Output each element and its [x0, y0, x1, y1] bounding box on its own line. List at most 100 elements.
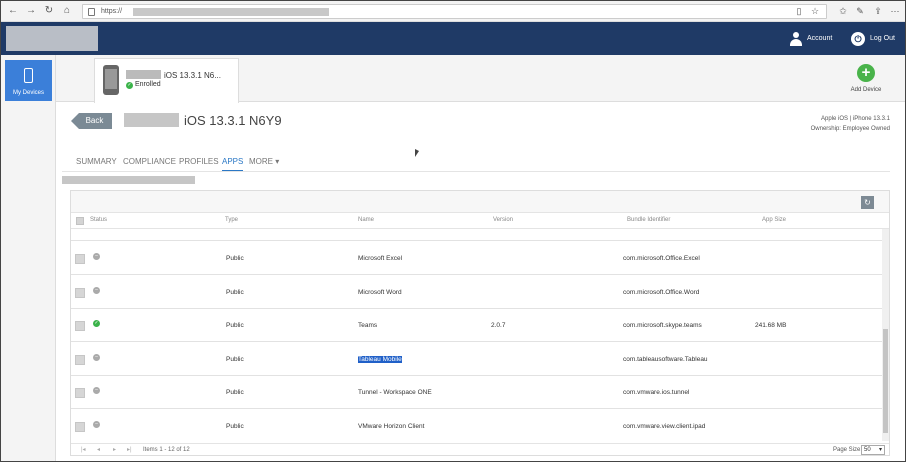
cell-bundle: com.microsoft.skype.teams	[623, 322, 702, 329]
grid-header: Status Type Name Version Bundle Identifi…	[71, 213, 889, 229]
table-row[interactable]: – Public Tableau Mobile com.tableausoftw…	[71, 342, 882, 376]
arrow-left-icon[interactable]: ←	[7, 5, 19, 17]
table-row[interactable]: – Public Microsoft Excel com.microsoft.O…	[71, 241, 882, 275]
arrow-right-icon[interactable]: →	[25, 5, 37, 17]
app-header: Account ⏻ Log Out	[1, 22, 905, 55]
device-info: Apple iOS | iPhone 13.3.1 Ownership: Emp…	[811, 114, 890, 134]
page-size-select[interactable]: 50 ▾	[861, 445, 885, 455]
cell-name: Teams	[358, 322, 378, 329]
tab-profiles[interactable]: PROFILES	[179, 157, 219, 171]
favorites-icon[interactable]: ✩	[837, 5, 849, 17]
table-row[interactable]: – Public Microsoft Word com.microsoft.Of…	[71, 275, 882, 309]
cell-name: Microsoft Excel	[358, 255, 403, 262]
device-info-model: Apple iOS | iPhone 13.3.1	[821, 116, 890, 122]
minus-circle-icon: –	[93, 354, 100, 361]
device-strip: iOS 13.3.1 N6... ✓ Enrolled + Add Device	[56, 55, 905, 103]
grid-scrollbar[interactable]	[882, 229, 889, 441]
page-size-label: Page Size:	[833, 447, 863, 453]
col-type[interactable]: Type	[225, 217, 238, 223]
tab-apps[interactable]: APPS	[222, 157, 244, 171]
left-rail: My Devices	[1, 55, 56, 461]
pager: |◂ ◂ ▸ ▸| Items 1 - 12 of 12 Page Size: …	[71, 443, 889, 456]
first-page-icon[interactable]: |◂	[81, 446, 86, 453]
page-title: iOS 13.3.1 N6Y9	[184, 113, 282, 128]
row-checkbox[interactable]	[75, 288, 85, 298]
prev-page-icon[interactable]: ◂	[97, 446, 100, 453]
my-devices-label: My Devices	[12, 90, 44, 96]
cell-bundle: com.tableausoftware.Tableau	[623, 356, 708, 363]
title-redacted	[124, 113, 179, 127]
url-redacted	[133, 8, 329, 16]
back-button[interactable]: Back	[71, 113, 112, 129]
subtitle-redacted	[62, 176, 195, 184]
browser-toolbar: ← → ↻ ⌂ https:// ▯ ☆ ✩ ✎ ⇪ ⋯	[1, 1, 905, 22]
reload-icon[interactable]: ↻	[43, 5, 55, 17]
logo-redacted	[6, 26, 98, 51]
cell-name: Microsoft Word	[358, 289, 402, 296]
select-all-checkbox[interactable]	[76, 217, 84, 225]
chevron-down-icon: ▾	[878, 447, 882, 453]
logout-label: Log Out	[870, 35, 895, 42]
tab-summary[interactable]: SUMMARY	[76, 157, 117, 171]
more-icon[interactable]: ⋯	[889, 5, 901, 17]
account-button[interactable]: Account	[789, 31, 832, 47]
cell-type: Public	[226, 322, 244, 329]
share-icon[interactable]: ⇪	[872, 5, 884, 17]
table-row[interactable]: – Public Tunnel - Workspace ONE com.vmwa…	[71, 375, 882, 409]
cell-bundle: com.vmware.view.client.ipad	[623, 423, 706, 430]
my-devices-button[interactable]: My Devices	[5, 60, 52, 101]
cell-bundle: com.microsoft.Office.Word	[623, 289, 700, 296]
star-icon[interactable]: ☆	[809, 5, 821, 17]
refresh-icon[interactable]: ↻	[861, 196, 874, 209]
minus-circle-icon: –	[93, 387, 100, 394]
minus-circle-icon: –	[93, 421, 100, 428]
col-size[interactable]: App Size	[762, 217, 786, 223]
check-circle-icon: ✓	[126, 82, 133, 89]
col-status[interactable]: Status	[90, 217, 107, 223]
reading-view-icon[interactable]: ▯	[793, 5, 805, 17]
logout-button[interactable]: ⏻ Log Out	[851, 31, 895, 47]
cell-type: Public	[226, 289, 244, 296]
cell-bundle: com.microsoft.Office.Excel	[623, 255, 700, 262]
add-device-label: Add Device	[850, 87, 882, 93]
cell-type: Public	[226, 356, 244, 363]
cell-bundle: com.vmware.ios.tunnel	[623, 389, 690, 396]
row-checkbox[interactable]	[75, 388, 85, 398]
device-tab[interactable]: iOS 13.3.1 N6... ✓ Enrolled	[94, 58, 239, 103]
cell-version: 2.0.7	[491, 322, 506, 329]
grid-rows: – Public Microsoft Excel com.microsoft.O…	[71, 229, 882, 441]
col-name[interactable]: Name	[358, 217, 374, 223]
page-size-value: 50	[864, 447, 871, 453]
address-bar[interactable]: https://	[82, 4, 827, 19]
account-label: Account	[807, 35, 833, 42]
row-checkbox[interactable]	[75, 254, 85, 264]
tab-divider	[62, 171, 890, 172]
next-page-icon[interactable]: ▸	[113, 446, 116, 453]
device-info-ownership: Ownership: Employee Owned	[810, 126, 890, 132]
home-icon[interactable]: ⌂	[61, 5, 73, 17]
check-circle-icon: ✓	[93, 320, 100, 327]
col-version[interactable]: Version	[493, 217, 513, 223]
tab-compliance[interactable]: COMPLIANCE	[123, 157, 176, 171]
iphone-icon	[103, 65, 119, 95]
tab-more[interactable]: MORE ▾	[249, 157, 279, 171]
phone-icon	[24, 68, 33, 83]
scrollbar-thumb[interactable]	[883, 329, 888, 433]
pen-icon[interactable]: ✎	[854, 5, 866, 17]
table-row-partial	[71, 229, 882, 241]
row-checkbox[interactable]	[75, 321, 85, 331]
device-tab-name: iOS 13.3.1 N6...	[164, 71, 221, 80]
cell-size: 241.68 MB	[755, 322, 787, 329]
table-row[interactable]: ✓ Public Teams 2.0.7 com.microsoft.skype…	[71, 308, 882, 342]
cell-name: Tunnel - Workspace ONE	[358, 389, 432, 396]
plus-circle-icon: +	[857, 64, 875, 82]
cell-name-selected: Tableau Mobile	[358, 356, 402, 363]
table-row[interactable]: – Public VMware Horizon Client com.vmwar…	[71, 409, 882, 441]
apps-grid: ↻ Status Type Name Version Bundle Identi…	[70, 190, 890, 456]
url-text: https://	[101, 8, 123, 15]
col-bundle[interactable]: Bundle Identifier	[627, 217, 670, 223]
row-checkbox[interactable]	[75, 355, 85, 365]
last-page-icon[interactable]: ▸|	[127, 446, 132, 453]
pager-info: Items 1 - 12 of 12	[143, 447, 190, 453]
row-checkbox[interactable]	[75, 422, 85, 432]
